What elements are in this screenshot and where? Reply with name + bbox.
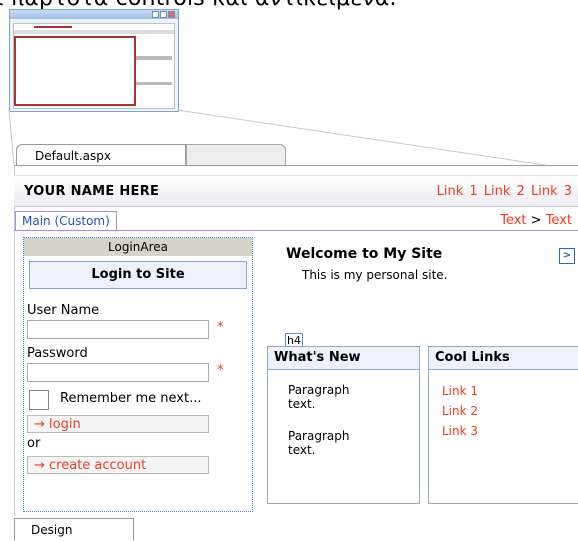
zoom-line-left — [8, 109, 15, 166]
cool-link-2[interactable]: Link 2 — [442, 404, 478, 418]
breadcrumb: Text > Text — [500, 213, 572, 228]
cool-link-3[interactable]: Link 3 — [442, 424, 478, 438]
top-link-3[interactable]: Link 3 — [531, 184, 572, 199]
username-input[interactable] — [27, 320, 209, 339]
breadcrumb-separator: > — [530, 213, 542, 228]
whats-new-paragraph-2: Paragraph text. — [288, 429, 350, 457]
login-area-label: LoginArea — [24, 238, 252, 256]
remember-me-checkbox[interactable] — [29, 390, 49, 410]
top-links: Link 1 Link 2 Link 3 — [437, 184, 572, 199]
password-required-mark: * — [217, 363, 224, 378]
remember-me-label: Remember me next... — [60, 391, 202, 406]
username-required-mark: * — [217, 320, 224, 335]
whats-new-panel: What's New Paragraph text. Paragraph tex… — [267, 346, 420, 504]
login-button[interactable]: → login — [27, 415, 209, 433]
content-placeholder-tag[interactable]: Main (Custom) — [15, 211, 117, 230]
welcome-title: Welcome to My Site — [286, 246, 443, 262]
breadcrumb-item-2[interactable]: Text — [546, 213, 572, 228]
top-link-1[interactable]: Link 1 — [437, 184, 478, 199]
site-header: YOUR NAME HERE Link 1 Link 2 Link 3 — [14, 175, 578, 207]
chevron-right-icon[interactable]: > — [559, 248, 575, 264]
or-label: or — [27, 436, 41, 451]
create-account-button[interactable]: → create account — [27, 456, 209, 474]
whats-new-paragraph-1: Paragraph text. — [288, 383, 350, 411]
breadcrumb-item-1[interactable]: Text — [500, 213, 526, 228]
welcome-subtitle: This is my personal site. — [302, 268, 448, 282]
cool-links-heading: Cool Links — [429, 347, 578, 370]
top-link-2[interactable]: Link 2 — [484, 184, 525, 199]
whats-new-heading: What's New — [268, 347, 419, 370]
username-label: User Name — [27, 303, 100, 318]
tab-inactive[interactable] — [186, 144, 286, 167]
cool-links-panel: Cool Links Link 1 Link 2 Link 3 — [428, 346, 578, 504]
login-title: Login to Site — [29, 261, 247, 289]
password-label: Password — [27, 346, 88, 361]
password-input[interactable] — [27, 363, 209, 382]
tab-default-aspx[interactable]: Default.aspx — [16, 144, 186, 166]
tab-design[interactable]: Design — [14, 518, 134, 540]
site-title: YOUR NAME HERE — [24, 184, 160, 199]
cool-link-1[interactable]: Link 1 — [442, 384, 478, 398]
content-placeholder-border — [14, 230, 578, 231]
